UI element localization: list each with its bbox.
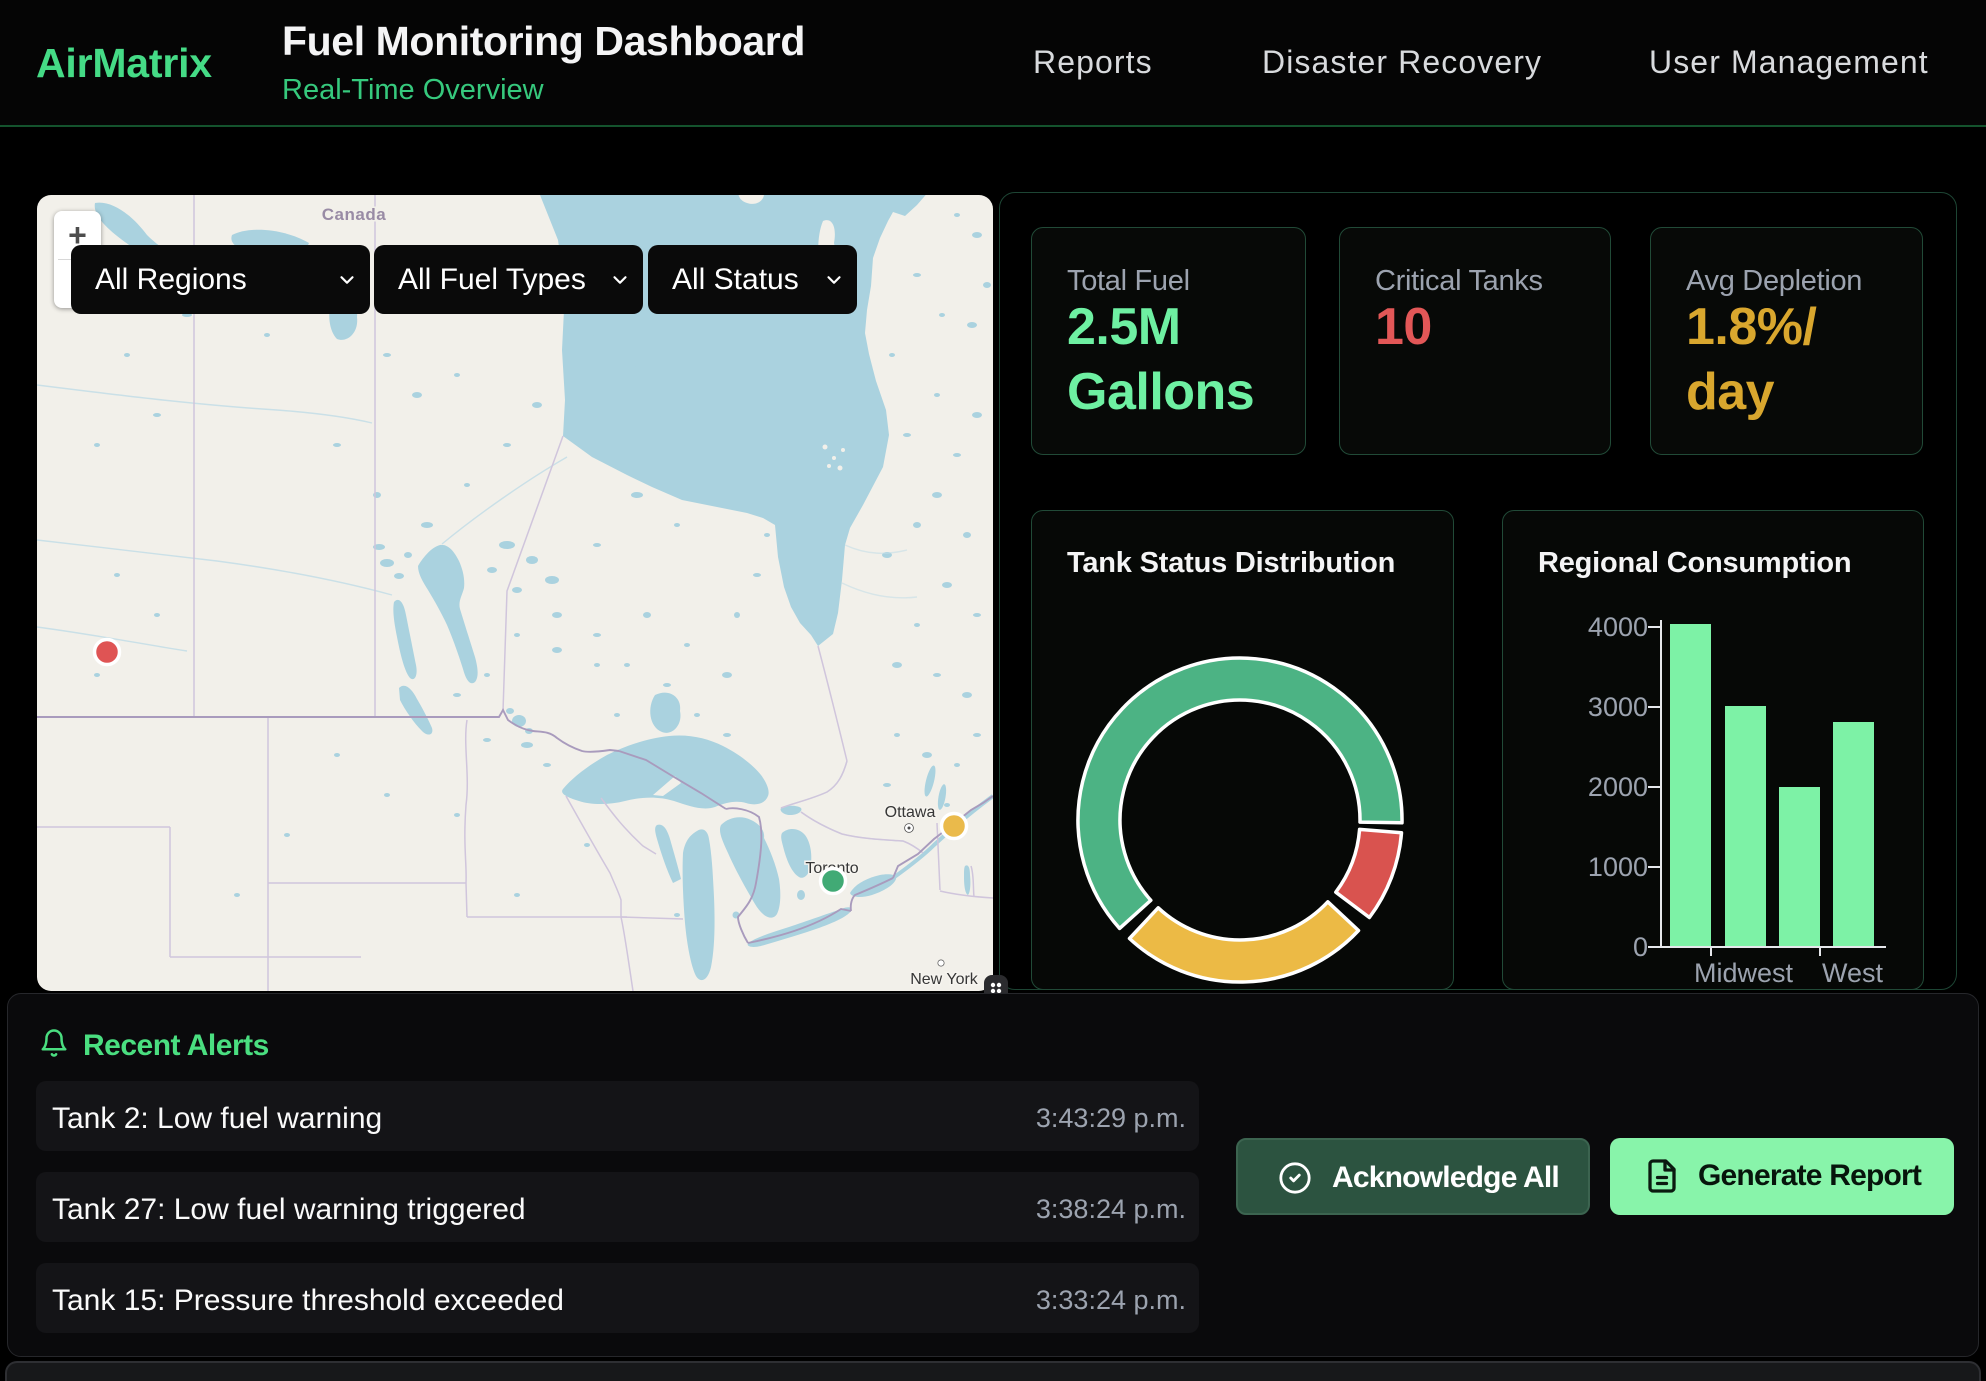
svg-text:New York: New York (910, 971, 979, 988)
svg-text:Canada: Canada (322, 205, 386, 224)
svg-text:Ottawa: Ottawa (885, 804, 936, 821)
